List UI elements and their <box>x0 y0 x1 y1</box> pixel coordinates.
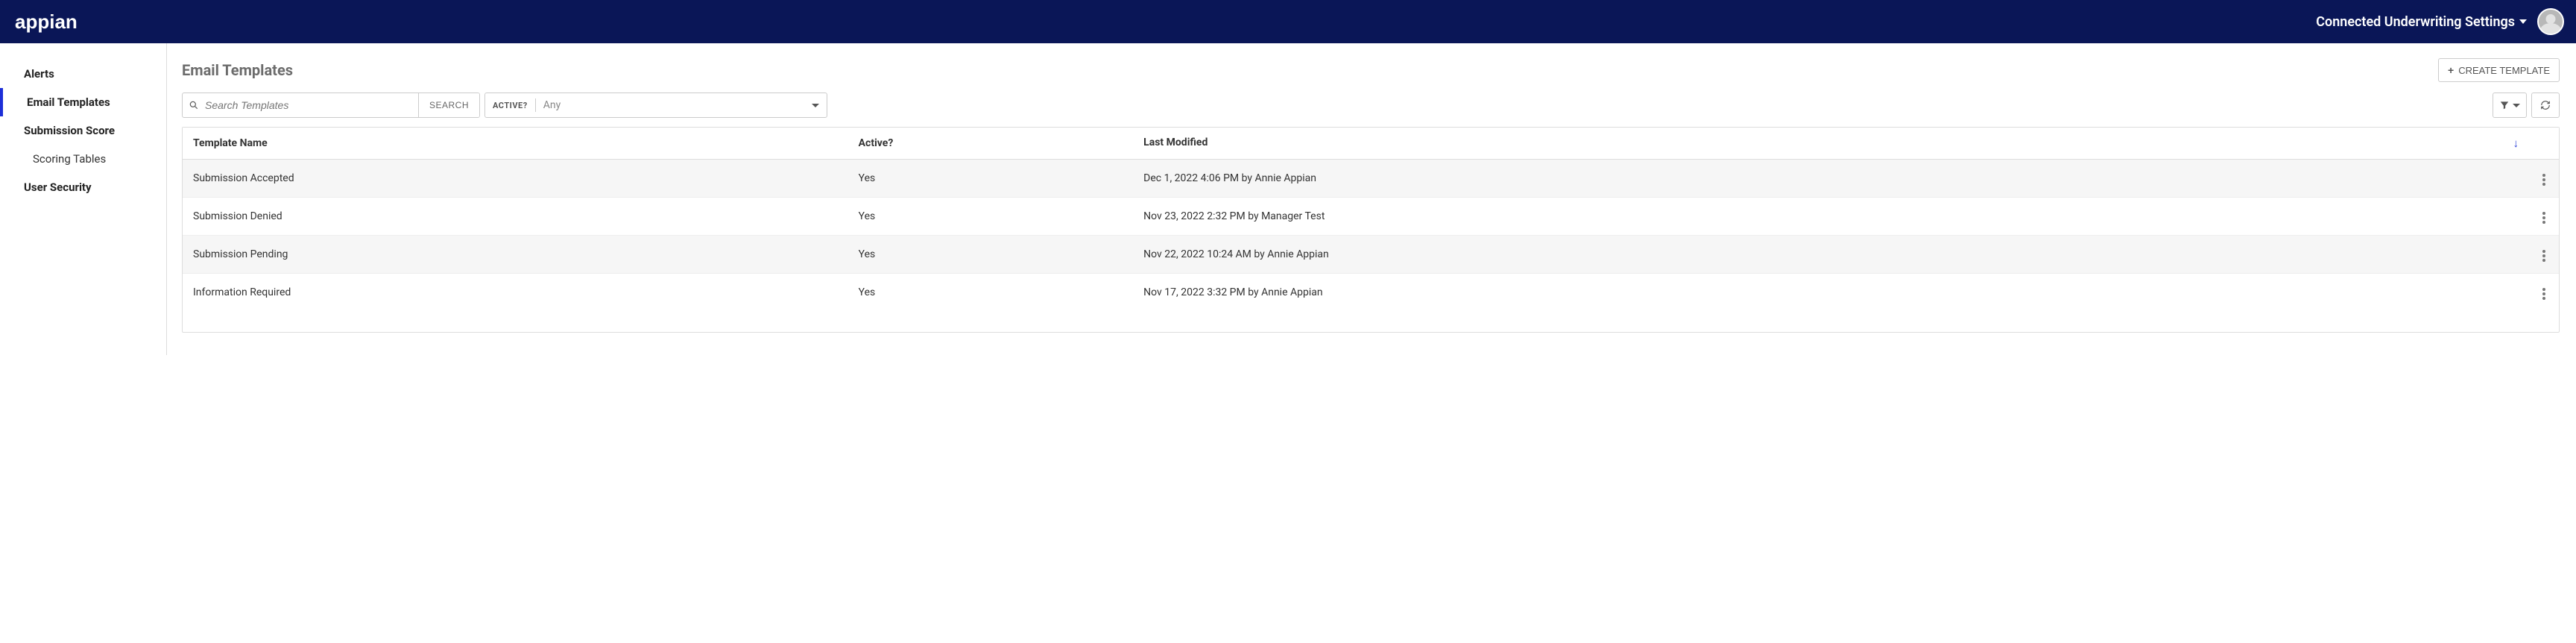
divider <box>535 98 536 112</box>
row-actions-menu[interactable] <box>2539 285 2548 303</box>
cell-modified: Dec 1, 2022 4:06 PM by Annie Appian <box>1133 160 2529 198</box>
site-switcher[interactable]: Connected Underwriting Settings <box>2316 14 2527 30</box>
main-layout: Alerts Email Templates Submission Score … <box>0 43 2576 355</box>
topbar-right: Connected Underwriting Settings <box>2316 8 2564 35</box>
col-header-actions <box>2529 128 2559 160</box>
active-filter-value: Any <box>543 99 804 111</box>
site-title: Connected Underwriting Settings <box>2316 14 2515 30</box>
table-row[interactable]: Submission Pending Yes Nov 22, 2022 10:2… <box>183 236 2559 274</box>
user-avatar[interactable] <box>2537 8 2564 35</box>
search-input[interactable] <box>183 93 418 117</box>
refresh-icon <box>2540 100 2551 110</box>
row-actions-menu[interactable] <box>2539 247 2548 265</box>
funnel-icon <box>2499 100 2510 110</box>
refresh-button[interactable] <box>2531 92 2560 118</box>
content: Email Templates + CREATE TEMPLATE SEARCH… <box>167 43 2576 355</box>
sidebar: Alerts Email Templates Submission Score … <box>0 43 167 355</box>
cell-name: Information Required <box>183 274 848 312</box>
col-header-modified-label: Last Modified <box>1143 137 1208 148</box>
col-header-modified[interactable]: Last Modified ↓ <box>1133 128 2529 160</box>
search-button[interactable]: SEARCH <box>418 93 479 117</box>
topbar: appian Connected Underwriting Settings <box>0 0 2576 43</box>
active-filter-label: ACTIVE? <box>493 101 528 110</box>
cell-active: Yes <box>848 198 1134 236</box>
create-template-button[interactable]: + CREATE TEMPLATE <box>2438 58 2560 82</box>
sidebar-item-submission-score[interactable]: Submission Score <box>0 116 166 145</box>
cell-modified: Nov 23, 2022 2:32 PM by Manager Test <box>1133 198 2529 236</box>
cell-modified: Nov 17, 2022 3:32 PM by Annie Appian <box>1133 274 2529 312</box>
cell-name: Submission Accepted <box>183 160 848 198</box>
table-header-row: Template Name Active? Last Modified ↓ <box>183 128 2559 160</box>
table-row[interactable]: Submission Denied Yes Nov 23, 2022 2:32 … <box>183 198 2559 236</box>
plus-icon: + <box>2448 64 2454 76</box>
content-header: Email Templates + CREATE TEMPLATE <box>182 58 2560 82</box>
search-group: SEARCH <box>182 92 480 118</box>
table-footer <box>183 311 2559 332</box>
cell-active: Yes <box>848 236 1134 274</box>
col-header-name[interactable]: Template Name <box>183 128 848 160</box>
active-filter-dropdown[interactable]: ACTIVE? Any <box>484 92 827 118</box>
col-header-active[interactable]: Active? <box>848 128 1134 160</box>
sidebar-item-email-templates[interactable]: Email Templates <box>0 88 166 116</box>
cell-name: Submission Denied <box>183 198 848 236</box>
caret-down-icon <box>2519 19 2527 24</box>
row-actions-menu[interactable] <box>2539 171 2548 189</box>
sort-desc-icon: ↓ <box>2513 137 2519 150</box>
sidebar-item-alerts[interactable]: Alerts <box>0 60 166 88</box>
chevron-down-icon <box>2513 104 2520 107</box>
cell-name: Submission Pending <box>183 236 848 274</box>
chevron-down-icon <box>812 104 819 107</box>
search-icon <box>189 100 199 110</box>
filter-button[interactable] <box>2493 92 2527 118</box>
sidebar-item-scoring-tables[interactable]: Scoring Tables <box>0 145 166 173</box>
table-row[interactable]: Submission Accepted Yes Dec 1, 2022 4:06… <box>183 160 2559 198</box>
cell-modified: Nov 22, 2022 10:24 AM by Annie Appian <box>1133 236 2529 274</box>
brand-logo: appian <box>15 10 78 34</box>
cell-active: Yes <box>848 160 1134 198</box>
table-row[interactable]: Information Required Yes Nov 17, 2022 3:… <box>183 274 2559 312</box>
sidebar-item-user-security[interactable]: User Security <box>0 173 166 201</box>
toolbar: SEARCH ACTIVE? Any <box>182 92 2560 118</box>
templates-table: Template Name Active? Last Modified ↓ Su… <box>182 127 2560 333</box>
cell-active: Yes <box>848 274 1134 312</box>
create-template-label: CREATE TEMPLATE <box>2458 65 2550 76</box>
page-title: Email Templates <box>182 61 293 79</box>
row-actions-menu[interactable] <box>2539 209 2548 227</box>
